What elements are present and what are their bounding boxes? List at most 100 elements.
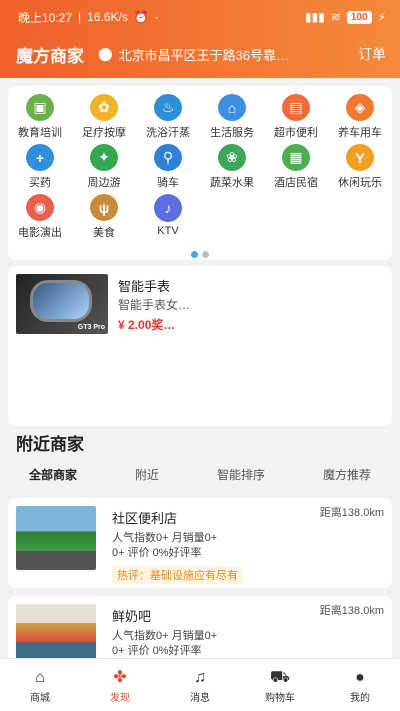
alarm-icon: ⏰	[133, 10, 149, 24]
merchant-stats: 人气指数0+ 月销量0+	[112, 630, 218, 642]
film-icon: ◉	[26, 194, 54, 221]
tabbar-item[interactable]: ⌂ 商城	[10, 667, 70, 704]
status-time: 晚上10:27	[18, 10, 73, 25]
tabbar-label: 消息	[190, 692, 210, 704]
category-item[interactable]: ♨ 洗浴汗蒸	[136, 90, 200, 140]
hotel-icon: ▦	[282, 144, 310, 171]
category-item[interactable]: + 买药	[8, 140, 72, 190]
discover-icon: ✤	[113, 668, 127, 686]
top-header: 晚上10:27 | 16.6K/s ⏰ · ▮▮▮ ≋ 100 ⚡ 魔方商家 ⬤…	[0, 0, 400, 78]
cocktail-icon: Y	[346, 144, 374, 171]
tab-all-merchants[interactable]: 全部商家	[29, 466, 77, 483]
category-item[interactable]: ▦ 酒店民宿	[264, 140, 328, 190]
merchant-rating: 0+ 评价 0%好评率	[112, 547, 202, 559]
category-item[interactable]: ◈ 养车用车	[328, 90, 392, 140]
battery-icon: 100	[346, 10, 372, 24]
foot-icon: ✿	[90, 94, 118, 121]
tab-nearby[interactable]: 附近	[135, 466, 159, 483]
category-grid: ▣ 教育培训 ✿ 足疗按摩 ♨ 洗浴汗蒸 ⌂ 生活服务 ▤ 超市便利 ◈ 养车用车 + 买药 ✦ 周边游 ⚲ 骑车…	[8, 86, 392, 260]
cutlery-icon: ψ	[90, 194, 118, 221]
bike-icon: ⚲	[154, 144, 182, 171]
tabbar-label: 购物车	[265, 692, 295, 704]
filter-tabs: 全部商家 附近 智能排序 魔方推荐	[0, 466, 400, 483]
merchant-hot-review: 热评：基础设施应有尽有	[112, 566, 243, 584]
cart-icon: ⛟	[269, 668, 291, 686]
home-icon: ⌂	[35, 668, 45, 686]
location-selector[interactable]: ⬤ 北京市昌平区王于路36号靠…	[98, 45, 348, 64]
category-item[interactable]: ✦ 周边游	[72, 140, 136, 190]
category-item[interactable]: ▤ 超市便利	[264, 90, 328, 140]
merchant-stats: 人气指数0+ 月销量0+	[112, 532, 218, 544]
page-indicator	[8, 251, 392, 258]
tabbar-label: 我的	[350, 692, 370, 704]
merchant-distance: 距离138.0km	[319, 605, 384, 617]
page-dot-active[interactable]	[191, 251, 198, 258]
signal-icon: ▮▮▮	[305, 10, 325, 24]
microphone-icon: ♪	[154, 194, 182, 222]
address-text: 北京市昌平区王于路36号靠…	[118, 47, 290, 63]
category-item[interactable]: ψ 美食	[72, 190, 136, 240]
merchant-name: 社区便利店	[112, 511, 178, 526]
category-label: 超市便利	[274, 127, 318, 139]
category-label: 足疗按摩	[82, 127, 126, 139]
category-label: 买药	[29, 177, 51, 189]
category-label: 电影演出	[18, 227, 62, 239]
section-title: 附近商家	[16, 435, 84, 454]
app-title: 魔方商家	[16, 46, 84, 66]
merchant-distance: 距离138.0km	[319, 507, 384, 519]
tabbar-item[interactable]: ✤ 发现	[90, 667, 150, 704]
home-icon: ⌂	[218, 94, 246, 121]
merchant-card[interactable]: 社区便利店 距离138.0km 人气指数0+ 月销量0+ 0+ 评价 0%好评率…	[8, 498, 392, 588]
book-icon: ▣	[26, 94, 54, 121]
category-label: 养车用车	[338, 127, 382, 139]
tabbar-item[interactable]: ⛟ 购物车	[250, 667, 310, 704]
category-label: 蔬菜水果	[210, 177, 254, 189]
category-label: 洗浴汗蒸	[146, 127, 190, 139]
category-label: 美食	[93, 227, 115, 239]
category-item[interactable]: ♪ KTV	[136, 190, 200, 240]
status-bar: 晚上10:27 | 16.6K/s ⏰ · ▮▮▮ ≋ 100 ⚡	[18, 10, 386, 25]
wifi-icon: ≋	[330, 10, 341, 24]
bottom-tab-bar: ⌂ 商城 ✤ 发现 ♫ 消息 ⛟ 购物车 ● 我的	[0, 658, 400, 711]
basket-icon: ▤	[282, 94, 310, 121]
page-dot[interactable]	[202, 251, 209, 258]
merchant-image[interactable]	[16, 506, 96, 570]
tab-recommend[interactable]: 魔方推荐	[323, 466, 371, 483]
merchant-name: 鲜奶吧	[112, 609, 152, 624]
category-item[interactable]: ◉ 电影演出	[8, 190, 72, 240]
product-card[interactable]: GT3 Pro 智能手表 智能手表女… ¥ 2.00奖…	[8, 266, 392, 426]
product-desc: 智能手表女…	[118, 298, 191, 312]
product-image[interactable]: GT3 Pro	[16, 274, 108, 334]
category-label: 生活服务	[210, 127, 254, 139]
category-label: 酒店民宿	[274, 177, 318, 189]
merchant-card[interactable]: 鲜奶吧 距离138.0km 人气指数0+ 月销量0+ 0+ 评价 0%好评率	[8, 596, 392, 668]
merchant-rating: 0+ 评价 0%好评率	[112, 645, 202, 657]
tabbar-label: 发现	[110, 692, 130, 704]
category-item[interactable]: ▣ 教育培训	[8, 90, 72, 140]
product-name: 智能手表	[118, 279, 171, 294]
category-item[interactable]: ❀ 蔬菜水果	[200, 140, 264, 190]
location-pin-icon: ⬤	[98, 46, 113, 61]
tabbar-item[interactable]: ♫ 消息	[170, 667, 230, 704]
category-label: 骑车	[157, 177, 179, 189]
car-icon: ◈	[346, 94, 374, 121]
nav-bar: 魔方商家 ⬤ 北京市昌平区王于路36号靠… 订单	[0, 34, 400, 74]
bath-icon: ♨	[154, 94, 182, 121]
user-icon: ●	[355, 668, 365, 686]
order-button[interactable]: 订单	[358, 44, 386, 64]
tabbar-item[interactable]: ● 我的	[330, 667, 390, 704]
category-label: 休闲玩乐	[338, 177, 382, 189]
category-label: KTV	[157, 225, 179, 237]
tab-smart-sort[interactable]: 智能排序	[217, 466, 265, 483]
category-item[interactable]: ⌂ 生活服务	[200, 90, 264, 140]
category-item[interactable]: ✿ 足疗按摩	[72, 90, 136, 140]
tabbar-label: 商城	[30, 692, 50, 704]
category-item[interactable]: ⚲ 骑车	[136, 140, 200, 190]
charging-icon: ⚡	[377, 10, 386, 24]
category-item[interactable]: Y 休闲玩乐	[328, 140, 392, 190]
product-price: ¥ 2.00奖…	[118, 318, 176, 332]
product-badge: GT3 Pro	[77, 324, 105, 331]
dot-icon: ·	[154, 10, 159, 24]
medkit-icon: +	[26, 144, 54, 171]
network-speed: 16.6K/s	[87, 10, 128, 24]
